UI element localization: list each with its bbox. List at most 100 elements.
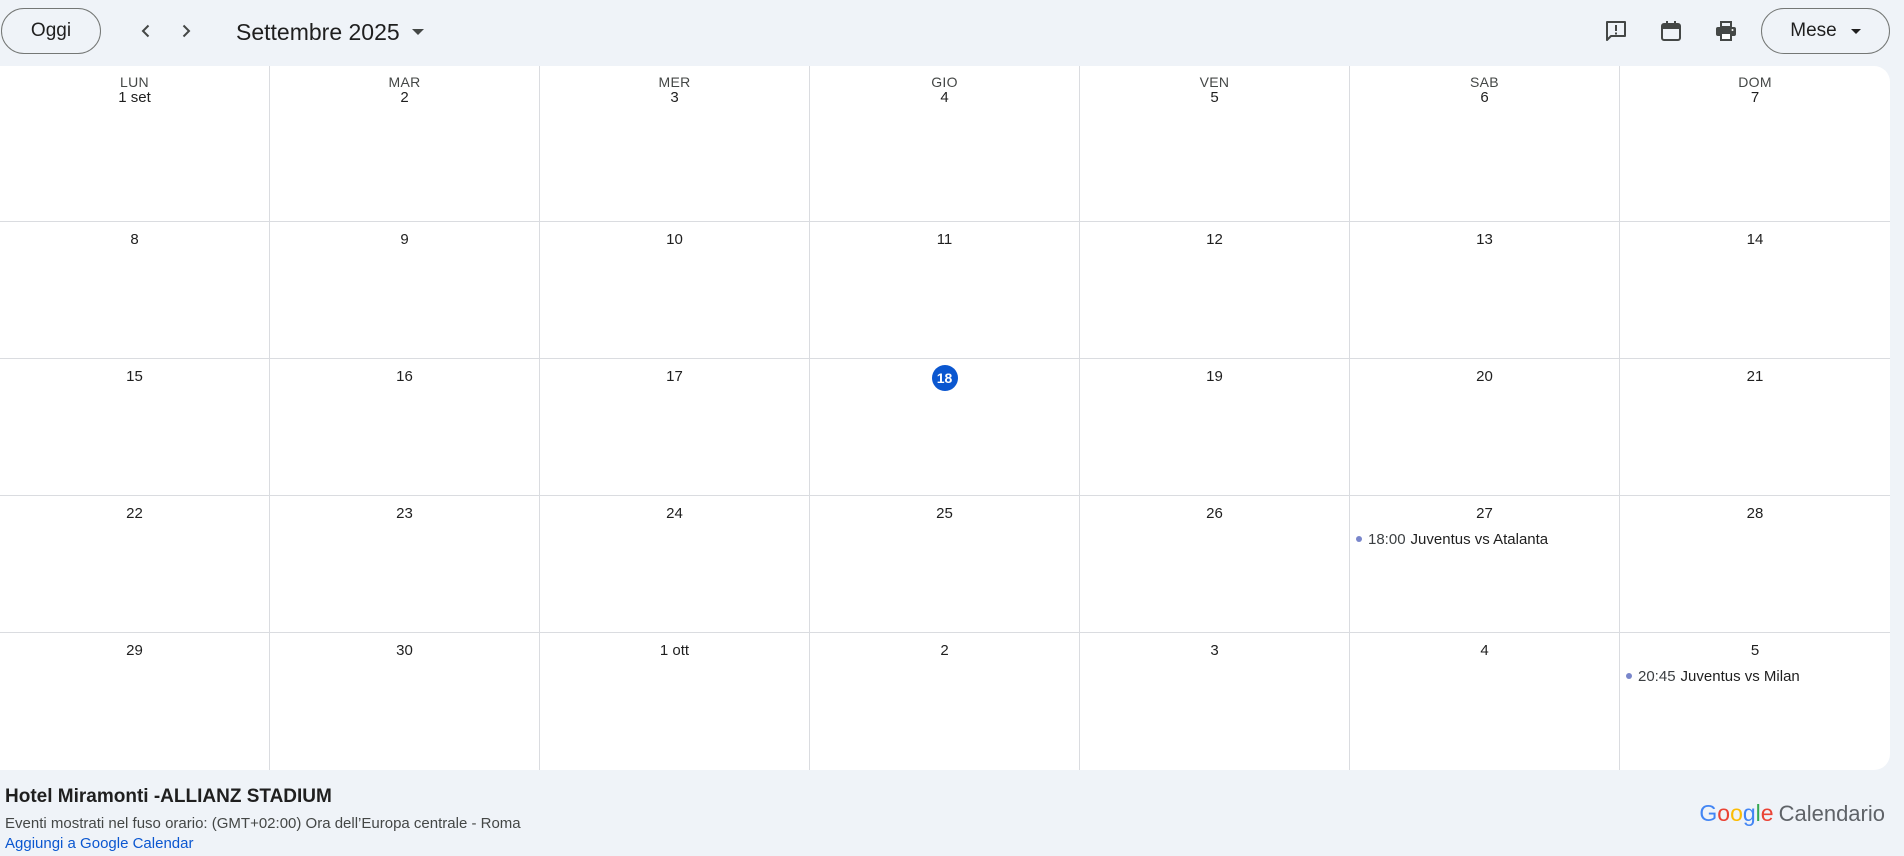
date-number[interactable]: 4	[1350, 642, 1619, 659]
day-cell[interactable]: 1 ott	[540, 633, 810, 770]
day-cell[interactable]: 26	[1080, 496, 1350, 633]
view-selector-label: Mese	[1790, 20, 1837, 41]
feedback-button[interactable]	[1598, 13, 1634, 49]
add-to-google-calendar-link[interactable]: Aggiungi a Google Calendar	[5, 835, 193, 852]
date-number[interactable]: 14	[1620, 231, 1890, 248]
date-number[interactable]: 5	[1620, 642, 1890, 659]
date-number[interactable]: 1 ott	[540, 642, 809, 659]
day-cell[interactable]: 30	[270, 633, 540, 770]
previous-month-button[interactable]	[128, 13, 164, 49]
day-cell[interactable]: 11	[810, 222, 1080, 359]
day-cell[interactable]: 17	[540, 359, 810, 496]
day-cell[interactable]: 21	[1620, 359, 1890, 496]
date-number[interactable]: 8	[0, 231, 269, 248]
day-cell[interactable]: 15	[0, 359, 270, 496]
weekday-header-sab: SAB	[1470, 74, 1499, 90]
date-number[interactable]: 4	[810, 89, 1079, 106]
today-button[interactable]: Oggi	[1, 8, 101, 54]
day-cell[interactable]: 24	[540, 496, 810, 633]
day-cell[interactable]: LUN 1 set	[0, 66, 270, 222]
print-icon	[1716, 21, 1736, 41]
day-cell[interactable]: 4	[1350, 633, 1620, 770]
day-cell[interactable]: MER 3	[540, 66, 810, 222]
date-number[interactable]: 6	[1350, 89, 1619, 106]
timezone-note: Eventi mostrati nel fuso orario: (GMT+02…	[5, 815, 521, 832]
month-title: Settembre 2025	[236, 18, 400, 45]
google-calendar-logo[interactable]: Google Calendario	[1699, 800, 1885, 827]
day-cell[interactable]: 29	[0, 633, 270, 770]
date-number[interactable]: 28	[1620, 505, 1890, 522]
day-cell[interactable]: 25	[810, 496, 1080, 633]
day-cell[interactable]: MAR 2	[270, 66, 540, 222]
day-cell[interactable]: 16	[270, 359, 540, 496]
date-number[interactable]: 16	[270, 368, 539, 385]
day-cell[interactable]: 8	[0, 222, 270, 359]
google-logo: Google	[1699, 800, 1774, 826]
date-number[interactable]: 29	[0, 642, 269, 659]
date-number[interactable]: 9	[270, 231, 539, 248]
date-number[interactable]: 12	[1080, 231, 1349, 248]
event-dot-icon	[1356, 536, 1362, 542]
date-number[interactable]: 17	[540, 368, 809, 385]
weekday-header-lun: LUN	[120, 74, 149, 90]
date-number[interactable]: 15	[0, 368, 269, 385]
date-number[interactable]: 23	[270, 505, 539, 522]
date-number[interactable]: 2	[270, 89, 539, 106]
weekday-header-mar: MAR	[388, 74, 421, 90]
date-number[interactable]: 13	[1350, 231, 1619, 248]
day-cell[interactable]: 20	[1350, 359, 1620, 496]
date-number[interactable]: 24	[540, 505, 809, 522]
day-cell[interactable]: 18	[810, 359, 1080, 496]
month-picker[interactable]: Settembre 2025	[236, 14, 424, 50]
date-number[interactable]: 10	[540, 231, 809, 248]
view-selector-button[interactable]: Mese	[1761, 8, 1890, 54]
event-time: 20:45	[1638, 667, 1676, 685]
day-cell[interactable]: 9	[270, 222, 540, 359]
date-number[interactable]: 2	[810, 642, 1079, 659]
date-number[interactable]: 11	[810, 231, 1079, 248]
date-number[interactable]: 3	[1080, 642, 1349, 659]
date-number[interactable]: 25	[810, 505, 1079, 522]
day-cell[interactable]: SAB 6	[1350, 66, 1620, 222]
print-button[interactable]	[1708, 13, 1744, 49]
weekday-header-mer: MER	[658, 74, 691, 90]
day-cell[interactable]: GIO 4	[810, 66, 1080, 222]
day-cell[interactable]: VEN 5	[1080, 66, 1350, 222]
day-cell[interactable]: 3	[1080, 633, 1350, 770]
calendar-event[interactable]: 18:00 Juventus vs Atalanta	[1354, 529, 1615, 549]
weekday-header-gio: GIO	[931, 74, 958, 90]
day-cell[interactable]: 10	[540, 222, 810, 359]
date-number[interactable]: 3	[540, 89, 809, 106]
date-number[interactable]: 21	[1620, 368, 1890, 385]
today-date-number[interactable]: 18	[931, 365, 958, 391]
calendar-view-button[interactable]	[1653, 13, 1689, 49]
date-number[interactable]: 27	[1350, 505, 1619, 522]
date-number[interactable]: 30	[270, 642, 539, 659]
feedback-icon	[1606, 21, 1626, 41]
calendar-icon	[1661, 21, 1681, 41]
calendar-event[interactable]: 20:45 Juventus vs Milan	[1624, 666, 1886, 686]
calendar-name: Hotel Miramonti -ALLIANZ STADIUM	[5, 786, 332, 807]
date-number[interactable]: 5	[1080, 89, 1349, 106]
day-cell[interactable]: 23	[270, 496, 540, 633]
footer: Hotel Miramonti -ALLIANZ STADIUM Eventi …	[0, 770, 1904, 856]
date-number[interactable]: 22	[0, 505, 269, 522]
next-month-button[interactable]	[168, 13, 204, 49]
day-cell[interactable]: 5 20:45 Juventus vs Milan	[1620, 633, 1890, 770]
day-cell[interactable]: DOM 7	[1620, 66, 1890, 222]
day-cell[interactable]: 19	[1080, 359, 1350, 496]
date-number[interactable]: 7	[1620, 89, 1890, 106]
date-number[interactable]: 19	[1080, 368, 1349, 385]
date-number[interactable]: 26	[1080, 505, 1349, 522]
day-cell[interactable]: 28	[1620, 496, 1890, 633]
date-number[interactable]: 1 set	[0, 89, 269, 106]
day-cell[interactable]: 22	[0, 496, 270, 633]
date-number[interactable]: 20	[1350, 368, 1619, 385]
day-cell[interactable]: 12	[1080, 222, 1350, 359]
day-cell[interactable]: 2	[810, 633, 1080, 770]
brand-product-name: Calendario	[1778, 801, 1885, 826]
day-cell[interactable]: 14	[1620, 222, 1890, 359]
day-cell[interactable]: 27 18:00 Juventus vs Atalanta	[1350, 496, 1620, 633]
day-cell[interactable]: 13	[1350, 222, 1620, 359]
caret-down-icon	[1850, 28, 1861, 34]
